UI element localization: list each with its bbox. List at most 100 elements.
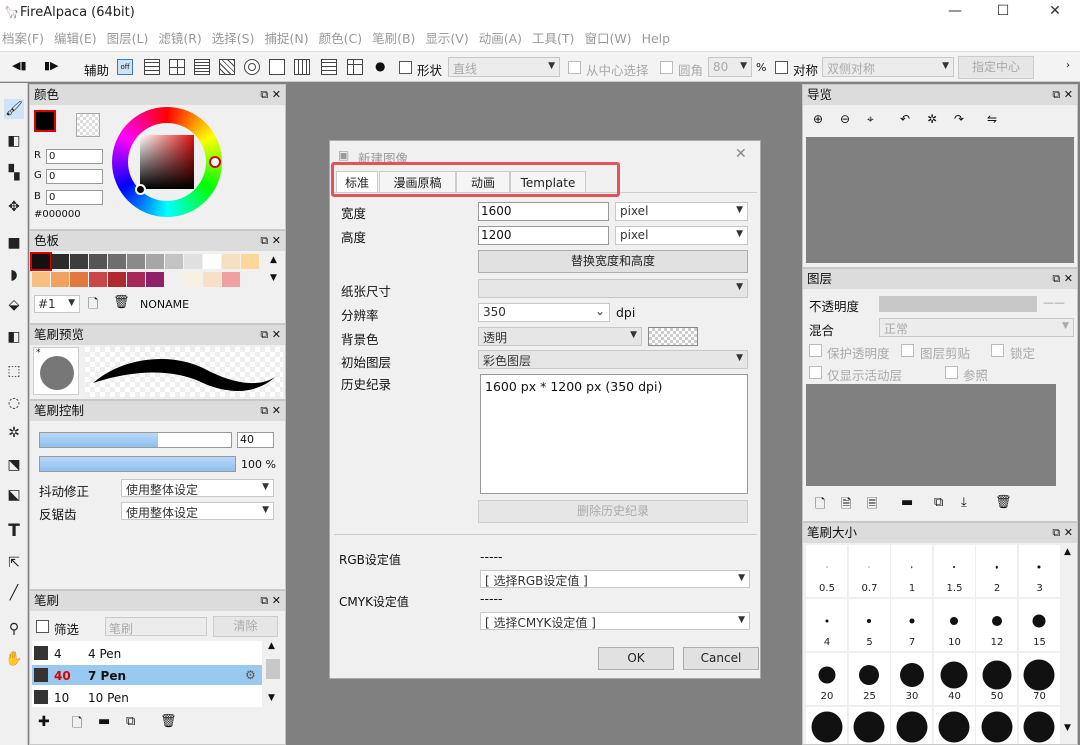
trash-icon[interactable]: 🗑 (995, 495, 1012, 510)
palette-swatch[interactable] (203, 254, 221, 269)
brush-size-cell[interactable]: 10 (933, 599, 976, 652)
palette-swatch[interactable] (146, 272, 164, 287)
scroll-thumb[interactable] (266, 659, 280, 679)
new-layer-1bit-icon[interactable]: 🗏 (867, 495, 877, 517)
history-item[interactable]: 1600 px * 1200 px (350 dpi) (485, 379, 662, 394)
height-input[interactable]: 1200 (478, 226, 609, 245)
initial-layer-select[interactable]: 彩色图层 ▼ (478, 350, 748, 369)
chevron-right-icon[interactable]: › (1066, 60, 1070, 71)
brush-size-cell[interactable]: 4 (806, 599, 848, 652)
duplicate-layer-icon[interactable]: ⧉ (934, 495, 943, 510)
select-eraser-tool-icon[interactable]: ⬕ (4, 485, 24, 505)
lock-checkbox[interactable] (991, 344, 1004, 357)
brush-list-item-selected[interactable]: 40 7 Pen ⚙ (32, 665, 262, 685)
snap-vanish-icon[interactable] (194, 59, 210, 75)
new-layer-icon[interactable]: 🗋 (815, 495, 825, 517)
menu-file[interactable]: 档案(F) (0, 26, 49, 52)
menu-view[interactable]: 显示(V) (420, 26, 473, 52)
hand-tool-icon[interactable]: ✋ (4, 649, 24, 669)
palette-swatch[interactable] (241, 254, 259, 269)
transparent-color[interactable] (76, 113, 100, 137)
brush-size-cell[interactable]: 70 (1018, 653, 1061, 706)
duplicate-icon[interactable]: ⧉ (126, 714, 135, 729)
palette-swatch[interactable] (108, 272, 126, 287)
snap-parallel-icon[interactable] (144, 59, 160, 75)
saturation-square[interactable] (140, 135, 194, 189)
fill-rect-tool-icon[interactable]: ■ (4, 233, 24, 253)
snap-radial-icon[interactable] (219, 59, 235, 75)
palette-swatch[interactable] (70, 272, 88, 287)
snap-curve-icon[interactable] (269, 59, 285, 75)
flip-icon[interactable]: ⇋ (987, 112, 997, 126)
brush-size-cell[interactable]: 5 (848, 599, 891, 652)
snap-off-icon[interactable]: off (117, 59, 133, 75)
palette-swatch[interactable] (89, 272, 107, 287)
palette-swatch[interactable] (165, 254, 183, 269)
menu-snap[interactable]: 捕捉(N) (259, 26, 313, 52)
palette-swatch[interactable] (30, 252, 52, 271)
layer-opacity-slider[interactable] (879, 296, 1037, 312)
zoom-fit-icon[interactable]: ⌖ (867, 112, 874, 127)
round-value-select[interactable]: 80 ▼ (708, 57, 752, 77)
brush-tool-icon[interactable]: 🖌 (4, 99, 24, 119)
sv-cursor[interactable] (135, 184, 146, 195)
menu-filter[interactable]: 滤镜(R) (153, 26, 206, 52)
palette-swatch[interactable] (32, 272, 50, 287)
clipping-checkbox[interactable] (901, 344, 914, 357)
menu-select[interactable]: 选择(S) (207, 26, 260, 52)
palette-swatch[interactable] (165, 272, 183, 287)
palette-swatch[interactable] (184, 254, 202, 269)
menu-color[interactable]: 颜色(C) (314, 26, 367, 52)
menu-animation[interactable]: 动画(A) (474, 26, 527, 52)
brush-size-cell[interactable]: 0.5 (806, 545, 848, 598)
grid-icon[interactable] (294, 59, 310, 75)
brush-list-scrollbar[interactable]: ▲ ▼ (264, 641, 282, 707)
panel-float-close-icon[interactable]: ⧉ ✕ (260, 401, 281, 421)
palette-swatch[interactable] (51, 272, 69, 287)
shape-select[interactable]: 直线 ▼ (448, 57, 560, 77)
chevron-up-icon[interactable]: ▲ (1064, 547, 1071, 557)
filter-checkbox[interactable] (36, 620, 49, 633)
brush-size-cell[interactable]: 20 (806, 653, 848, 706)
layer-list[interactable] (806, 384, 1056, 486)
ok-button[interactable]: OK (598, 647, 674, 670)
brush-size-cell[interactable]: 2 (976, 545, 1018, 598)
paper-size-select[interactable]: ▼ (478, 279, 748, 298)
r-input[interactable]: 0 (46, 149, 103, 164)
protect-alpha-checkbox[interactable] (809, 344, 822, 357)
select-pen-tool-icon[interactable]: ⬔ (4, 455, 24, 475)
brush-size-cell[interactable]: 15 (1018, 599, 1061, 652)
reference-checkbox[interactable] (945, 366, 958, 379)
show-active-checkbox[interactable] (809, 366, 822, 379)
add-brush-icon[interactable]: ✚ (38, 714, 50, 730)
panel-float-close-icon[interactable]: ⧉ ✕ (260, 85, 281, 105)
symmetry-checkbox[interactable] (775, 61, 788, 74)
zoom-out-icon[interactable]: ⊖ (840, 112, 850, 126)
menu-layer[interactable]: 图层(L) (102, 26, 154, 52)
folder-icon[interactable]: ▬ (901, 495, 913, 510)
palette-swatch[interactable] (127, 254, 145, 269)
cmyk-profile-select[interactable]: [ 选择CMYK设定值 ] ▼ (480, 612, 750, 630)
menu-help[interactable]: Help (637, 26, 676, 52)
maximize-button[interactable]: ☐ (988, 3, 1018, 19)
history-list[interactable]: 1600 px * 1200 px (350 dpi) (480, 374, 748, 494)
chevron-down-icon[interactable]: ▼ (268, 693, 275, 703)
palette-swatch[interactable] (127, 272, 145, 287)
new-brush-icon[interactable]: 🗋 (72, 714, 82, 736)
merge-down-icon[interactable]: ⤓ (961, 495, 967, 510)
palette-swatch[interactable] (51, 254, 69, 269)
brush-size-cell[interactable]: 12 (976, 599, 1018, 652)
move-tool-icon[interactable]: ✥ (4, 197, 24, 217)
folder-icon[interactable]: ▬ (98, 714, 110, 729)
hue-wheel[interactable] (112, 107, 222, 217)
palette-swatch[interactable] (108, 254, 126, 269)
rgb-profile-select[interactable]: [ 选择RGB设定值 ] ▼ (480, 570, 750, 588)
rotate-reset-icon[interactable]: ✲ (927, 112, 937, 126)
gradient-tool-icon[interactable]: ◧ (4, 327, 24, 347)
brush-size-cell[interactable] (806, 707, 848, 744)
prev-icon[interactable]: ◀▮ (12, 59, 27, 72)
clear-history-button[interactable]: 删除历史纪录 (478, 500, 748, 523)
operation-tool-icon[interactable]: ⇱ (4, 553, 24, 573)
palette-swatch[interactable] (89, 254, 107, 269)
panel-float-close-icon[interactable]: ⧉ ✕ (1052, 269, 1073, 289)
